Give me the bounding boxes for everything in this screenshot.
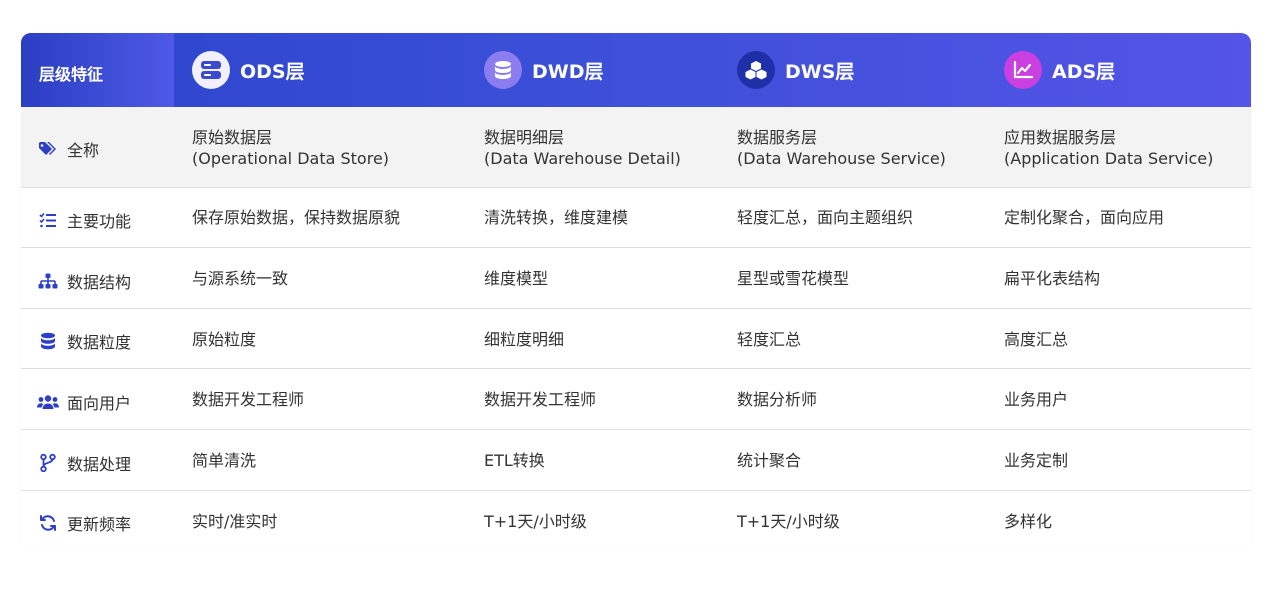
row-label: 更新频率 <box>37 511 131 535</box>
table-row-target-users: 面向用户 数据开发工程师 数据开发工程师 数据分析师 业务用户 <box>21 369 1251 430</box>
row-label-text: 数据处理 <box>67 455 132 474</box>
sitemap-icon <box>37 272 59 290</box>
tags-icon <box>37 140 59 158</box>
server-icon <box>192 51 230 89</box>
table-cell: T+1天/小时级 <box>484 512 587 531</box>
table-cell: 统计聚合 <box>737 451 802 470</box>
table-cell: 多样化 <box>1004 512 1053 531</box>
table-cell: 简单清洗 <box>192 451 257 470</box>
row-label-text: 面向用户 <box>67 394 132 413</box>
row-label-text: 主要功能 <box>67 212 132 231</box>
table-cell: ETL转换 <box>484 451 545 470</box>
table-cell: 应用数据服务层 (Application Data Service) <box>1004 127 1213 169</box>
table-cell: 与源系统一致 <box>192 269 289 288</box>
layer-comparison-table: 层级特征 ODS层 DWD层 DWS层 ADS层 全称 原始数据层 (Opera… <box>21 33 1251 550</box>
row-label: 数据粒度 <box>37 329 131 353</box>
header-ads: ADS层 <box>1004 49 1115 91</box>
table-cell: 实时/准实时 <box>192 512 278 531</box>
row-label-text: 数据结构 <box>67 273 132 292</box>
row-label-text: 数据粒度 <box>67 333 132 352</box>
table-cell: 数据分析师 <box>737 390 818 409</box>
row-label: 主要功能 <box>37 208 131 232</box>
sync-icon <box>37 514 59 532</box>
header-corner-label: 层级特征 <box>39 65 104 84</box>
table-cell: 扁平化表结构 <box>1004 269 1101 288</box>
table-row-granularity: 数据粒度 原始粒度 细粒度明细 轻度汇总 高度汇总 <box>21 309 1251 369</box>
table-row-full-name: 全称 原始数据层 (Operational Data Store) 数据明细层 … <box>21 107 1251 188</box>
table-cell: 清洗转换，维度建模 <box>484 208 629 227</box>
header-layer-name: DWS层 <box>785 60 855 83</box>
table-cell: 定制化聚合，面向应用 <box>1004 208 1165 227</box>
header-layer-name: ADS层 <box>1052 60 1116 83</box>
users-icon <box>37 393 59 411</box>
row-label-text: 更新频率 <box>67 515 132 534</box>
cell-line: 数据明细层 <box>484 128 565 147</box>
table-cell: 数据开发工程师 <box>192 390 305 409</box>
row-label: 面向用户 <box>37 390 131 414</box>
list-check-icon <box>37 211 59 229</box>
table-cell: 维度模型 <box>484 269 549 288</box>
database-icon <box>37 332 59 350</box>
row-label: 全称 <box>37 137 99 161</box>
chart-line-icon <box>1004 51 1042 89</box>
header-dwd: DWD层 <box>484 49 604 91</box>
header-layer-name: DWD层 <box>532 60 604 83</box>
cell-line: 原始数据层 <box>192 128 273 147</box>
table-row-data-structure: 数据结构 与源系统一致 维度模型 星型或雪花模型 扁平化表结构 <box>21 248 1251 309</box>
table-cell: 业务定制 <box>1004 451 1069 470</box>
table-cell: 高度汇总 <box>1004 330 1069 349</box>
cell-line: (Operational Data Store) <box>192 149 390 168</box>
table-cell: T+1天/小时级 <box>737 512 840 531</box>
header-layer-name: ODS层 <box>240 60 305 83</box>
table-cell: 业务用户 <box>1004 390 1069 409</box>
header-dws: DWS层 <box>737 49 854 91</box>
table-cell: 原始粒度 <box>192 330 257 349</box>
table-row-processing: 数据处理 简单清洗 ETL转换 统计聚合 业务定制 <box>21 430 1251 491</box>
table-cell: 保存原始数据，保持数据原貌 <box>192 208 401 227</box>
table-header: 层级特征 ODS层 DWD层 DWS层 ADS层 <box>21 33 1251 107</box>
table-row-update-frequency: 更新频率 实时/准实时 T+1天/小时级 T+1天/小时级 多样化 <box>21 491 1251 550</box>
cubes-icon <box>737 51 775 89</box>
table-cell: 轻度汇总，面向主题组织 <box>737 208 914 227</box>
code-branch-icon <box>37 454 59 472</box>
cell-line: (Data Warehouse Detail) <box>484 149 681 168</box>
table-row-main-function: 主要功能 保存原始数据，保持数据原貌 清洗转换，维度建模 轻度汇总，面向主题组织… <box>21 188 1251 248</box>
cell-line: 应用数据服务层 <box>1004 128 1117 147</box>
table-cell: 细粒度明细 <box>484 330 565 349</box>
cell-line: (Application Data Service) <box>1004 149 1214 168</box>
table-cell: 轻度汇总 <box>737 330 802 349</box>
table-cell: 星型或雪花模型 <box>737 269 850 288</box>
table-cell: 数据服务层 (Data Warehouse Service) <box>737 127 946 169</box>
row-label: 数据结构 <box>37 269 131 293</box>
table-cell: 数据明细层 (Data Warehouse Detail) <box>484 127 681 169</box>
cell-line: 数据服务层 <box>737 128 818 147</box>
header-corner: 层级特征 <box>21 33 174 107</box>
row-label: 数据处理 <box>37 451 131 475</box>
database-icon <box>484 51 522 89</box>
table-cell: 数据开发工程师 <box>484 390 597 409</box>
header-ods: ODS层 <box>192 49 305 91</box>
row-label-text: 全称 <box>67 141 100 160</box>
cell-line: (Data Warehouse Service) <box>737 149 946 168</box>
table-cell: 原始数据层 (Operational Data Store) <box>192 127 389 169</box>
